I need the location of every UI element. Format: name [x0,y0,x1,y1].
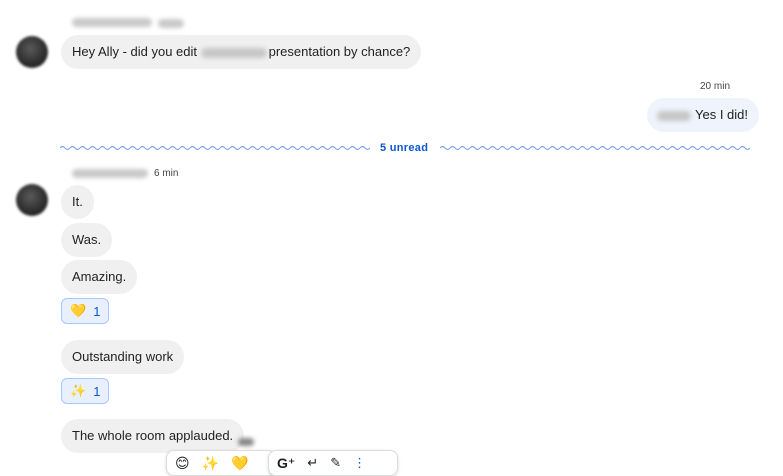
more-vert-icon[interactable]: ⋮ [353,455,366,471]
reply-timestamp: 20 min [700,81,731,92]
quick-reaction-yellow-heart[interactable]: 💛 [231,455,248,472]
message-text: Hey Ally - did you edit [72,44,201,59]
unread-divider-right-wave [440,142,750,154]
own-message-text: Yes I did! [695,107,749,122]
message-bubble[interactable]: Amazing. [61,260,138,294]
message-text: It. [72,194,83,209]
reaction-count: 1 [93,303,101,319]
message-time-redacted [158,19,184,28]
sparkles-icon: ✨ [70,383,87,398]
add-reaction-icon[interactable]: G⁺ [277,455,295,472]
message-text: Was. [72,232,102,247]
yellow-heart-icon: 💛 [70,303,87,318]
unread-count-label: 5 unread [380,142,429,154]
reply-icon[interactable]: ↵ [307,455,318,471]
quick-reaction-sparkles[interactable]: ✨ [202,455,219,472]
unread-divider-left-wave [60,142,370,154]
message-text-end: presentation by chance? [268,44,411,59]
message-bubble[interactable]: Outstanding work [61,340,185,374]
message-text: The whole room applauded. [72,428,234,443]
message-bubble[interactable]: Was. [61,223,113,257]
reaction-count: 1 [93,383,101,399]
reaction-chip-sparkles[interactable]: ✨ 1 [61,378,110,404]
redacted-name [200,47,267,58]
read-receipt-redacted [238,438,254,446]
message-timestamp: 6 min [154,168,179,179]
sender-avatar[interactable] [16,36,48,68]
edit-icon[interactable]: ✎ [330,455,341,471]
message-bubble[interactable]: Hey Ally - did you edit presentation by … [61,35,422,69]
sender-name-redacted [72,169,148,178]
reaction-chip-yellow-heart[interactable]: 💛 1 [61,298,110,324]
message-bubble[interactable]: The whole room applauded. [61,419,245,453]
redacted-mention [657,110,691,121]
quick-reaction-smile[interactable]: 😊 [175,455,190,472]
message-hover-toolbar: 😊 ✨ 💛 [166,450,276,476]
message-bubble[interactable]: It. [61,185,94,219]
message-actions-toolbar: G⁺ ↵ ✎ ⋮ [268,450,398,476]
own-message-bubble[interactable]: Yes I did! [647,98,760,132]
sender-avatar[interactable] [16,184,48,216]
message-text: Outstanding work [72,349,174,364]
message-text: Amazing. [72,269,127,284]
sender-name-redacted [72,18,152,27]
